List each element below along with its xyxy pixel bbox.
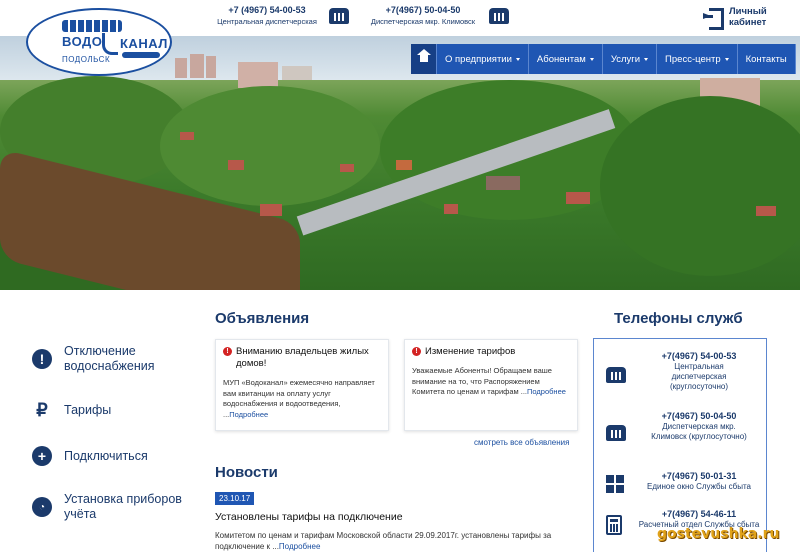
alert-icon: !: [412, 347, 421, 356]
logo-city: ПОДОЛЬСК: [62, 55, 111, 64]
announcement-card[interactable]: ! Вниманию владельцев жилых домов! МУП «…: [215, 339, 389, 431]
nav-about[interactable]: О предприятии: [437, 44, 529, 74]
login-icon[interactable]: [703, 8, 724, 30]
service-phone-number: +7(4967) 50-04-50: [661, 411, 737, 421]
phone-icon: [606, 425, 628, 443]
news-title[interactable]: Установлены тарифы на подключение: [215, 511, 403, 523]
calculator-icon: [606, 515, 628, 535]
nav-home[interactable]: [411, 44, 437, 74]
caret-down-icon: [589, 57, 594, 61]
plus-icon: +: [32, 446, 52, 466]
header-phone-caption: Диспетчерская мкр. Климовск: [370, 17, 476, 26]
services-phone-panel: +7(4967) 54-00-53 Центральная диспетчерс…: [593, 338, 767, 552]
main-nav: О предприятии Абонентам Услуги Пресс-цен…: [411, 44, 796, 74]
news-text: Комитетом по ценам и тарифам Московской …: [215, 531, 552, 551]
header-phone-number: +7(4967) 50-04-50: [385, 5, 461, 15]
caret-down-icon: [644, 57, 649, 61]
announcement-title[interactable]: Изменение тарифов: [425, 346, 515, 358]
vodokanal-logo[interactable]: ВОДО КАНАЛ ПОДОЛЬСК: [26, 8, 172, 76]
windows-icon: [606, 475, 628, 493]
caret-down-icon: [515, 57, 520, 61]
nav-label: Пресс-центр: [665, 53, 721, 65]
sidebar-item-outages[interactable]: ! Отключение водоснабжения: [32, 344, 174, 374]
header-phone-central[interactable]: +7 (4967) 54-00-53 Центральная диспетчер…: [212, 5, 322, 26]
nav-services[interactable]: Услуги: [603, 44, 658, 74]
nav-label: О предприятии: [445, 53, 512, 65]
ruble-icon: ₽: [36, 399, 48, 420]
personal-cabinet-link[interactable]: Личный кабинет: [729, 6, 769, 28]
service-phone-number: +7(4967) 54-46-11: [661, 509, 737, 519]
sidebar-item-label: Тарифы: [64, 402, 112, 417]
announcement-card[interactable]: ! Изменение тарифов Уважаемые Абоненты! …: [404, 339, 578, 431]
logo-text-vodo: ВОДО: [62, 34, 103, 49]
announcement-more-link[interactable]: Подробнее: [527, 387, 566, 396]
sidebar-item-meters[interactable]: ◔ Установка приборов учёта: [32, 492, 194, 522]
logo-text-kanal: КАНАЛ: [120, 36, 168, 51]
phone-icon: [489, 8, 509, 24]
header-phone-klimovsk[interactable]: +7(4967) 50-04-50 Диспетчерская мкр. Кли…: [364, 5, 482, 26]
caret-down-icon: [724, 57, 729, 61]
nav-label: Услуги: [610, 53, 641, 65]
header-phone-number: +7 (4967) 54-00-53: [228, 5, 306, 15]
services-heading: Телефоны служб: [614, 310, 743, 327]
service-phone-number: +7(4967) 54-00-53: [661, 351, 737, 361]
site-watermark: gostevushka.ru: [657, 526, 780, 542]
news-text-block: Комитетом по ценам и тарифам Московской …: [215, 530, 585, 552]
home-icon: [416, 49, 431, 64]
sidebar-item-label: Отключение водоснабжения: [64, 344, 155, 373]
logo-wave-icon: [62, 20, 122, 32]
gauge-icon: ◔: [32, 497, 52, 517]
nav-press[interactable]: Пресс-центр: [657, 44, 738, 74]
news-date-badge: 23.10.17: [215, 492, 255, 505]
nav-label: Контакты: [745, 53, 787, 65]
all-announcements-link[interactable]: смотреть все объявления: [474, 438, 569, 447]
sidebar-item-label: Установка приборов учёта: [64, 492, 182, 521]
phone-icon: [606, 367, 628, 385]
announcement-title[interactable]: Вниманию владельцев жилых домов!: [236, 346, 381, 370]
nav-contacts[interactable]: Контакты: [738, 44, 796, 74]
logo-pipe-icon: [102, 33, 118, 55]
news-more-link[interactable]: Подробнее: [279, 542, 321, 551]
header-phone-caption: Центральная диспетчерская: [217, 17, 317, 26]
service-phone-caption: Центральная диспетчерская (круглосуточно…: [669, 362, 729, 391]
announcements-heading: Объявления: [215, 310, 310, 327]
sidebar-item-connect[interactable]: + Подключиться: [32, 446, 148, 466]
service-phone-caption: Диспетчерская мкр. Климовск (круглосуточ…: [651, 422, 747, 441]
announcement-more-link[interactable]: Подробнее: [229, 410, 268, 419]
sidebar-item-label: Подключиться: [64, 448, 148, 463]
logo-tail-icon: [122, 52, 160, 58]
phone-icon: [329, 8, 349, 24]
nav-subscribers[interactable]: Абонентам: [529, 44, 603, 74]
sidebar-item-tariffs[interactable]: ₽ Тарифы: [32, 400, 111, 420]
service-phone-caption: Единое окно Службы сбыта: [647, 482, 751, 491]
nav-label: Абонентам: [536, 53, 586, 65]
exclamation-icon: !: [32, 349, 52, 369]
alert-icon: !: [223, 347, 232, 356]
news-heading: Новости: [215, 464, 278, 481]
service-phone-number: +7(4967) 50-01-31: [661, 471, 737, 481]
